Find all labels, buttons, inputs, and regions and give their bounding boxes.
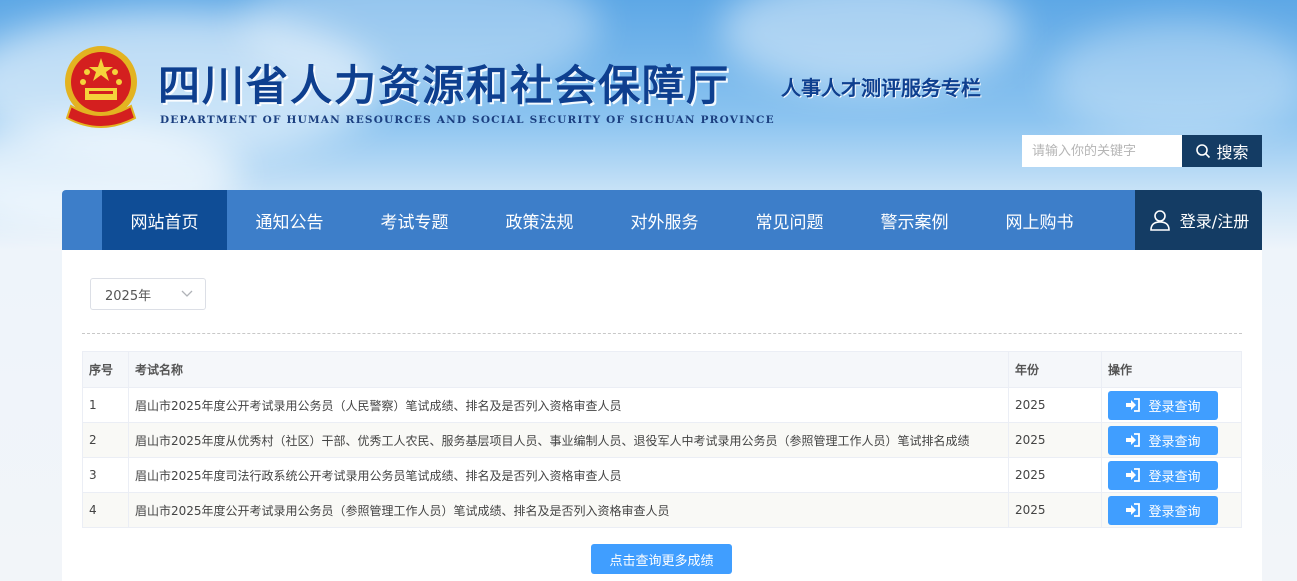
login-query-button[interactable]: 登录查询 (1108, 390, 1218, 420)
table-row: 2 眉山市2025年度从优秀村（社区）干部、优秀工人农民、服务基层项目人员、事业… (82, 422, 1242, 458)
header-action: 操作 (1101, 351, 1242, 388)
row-exam-name: 眉山市2025年度公开考试录用公务员（人民警察）笔试成绩、排名及是否列入资格审查… (128, 387, 1009, 423)
national-emblem-logo (63, 44, 139, 134)
row-no: 3 (82, 457, 129, 493)
row-action-cell: 登录查询 (1101, 422, 1242, 458)
row-exam-name: 眉山市2025年度公开考试录用公务员（参照管理工作人员）笔试成绩、排名及是否列入… (128, 492, 1009, 528)
header-name: 考试名称 (128, 351, 1009, 388)
login-query-label: 登录查询 (1148, 434, 1201, 450)
results-table: 序号 考试名称 年份 操作 1 眉山市2025年度公开考试录用公务员（人民警察）… (82, 351, 1242, 528)
table-row: 3 眉山市2025年度司法行政系统公开考试录用公务员笔试成绩、排名及是否列入资格… (82, 457, 1242, 493)
row-exam-name: 眉山市2025年度从优秀村（社区）干部、优秀工人农民、服务基层项目人员、事业编制… (128, 422, 1009, 458)
row-exam-name: 眉山市2025年度司法行政系统公开考试录用公务员笔试成绩、排名及是否列入资格审查… (128, 457, 1009, 493)
row-action-cell: 登录查询 (1101, 457, 1242, 493)
table-row: 1 眉山市2025年度公开考试录用公务员（人民警察）笔试成绩、排名及是否列入资格… (82, 387, 1242, 423)
content-panel: 2025年 序号 考试名称 年份 操作 1 眉山市2025年度公开考试录用公务员… (62, 250, 1262, 581)
search-button[interactable]: 搜索 (1182, 135, 1262, 167)
nav-item-services[interactable]: 对外服务 (602, 190, 727, 250)
login-register-label: 登录/注册 (1179, 212, 1250, 231)
more-results-button[interactable]: 点击查询更多成绩 (591, 544, 732, 574)
row-year: 2025 (1008, 457, 1102, 493)
row-year: 2025 (1008, 422, 1102, 458)
site-title: 四川省人力资源和社会保障厅 (158, 61, 731, 110)
row-no: 4 (82, 492, 129, 528)
year-select-value: 2025年 (105, 288, 152, 304)
login-register-button[interactable]: 登录/注册 (1135, 190, 1262, 250)
nav-item-warning-cases[interactable]: 警示案例 (852, 190, 977, 250)
row-year: 2025 (1008, 387, 1102, 423)
login-query-label: 登录查询 (1148, 399, 1201, 415)
header-year: 年份 (1008, 351, 1102, 388)
nav-item-notices[interactable]: 通知公告 (227, 190, 352, 250)
search-icon (1196, 144, 1211, 159)
nav-item-policies[interactable]: 政策法规 (477, 190, 602, 250)
dashed-divider (82, 333, 1242, 334)
sign-in-icon (1126, 503, 1141, 517)
header-no: 序号 (82, 351, 129, 388)
main-nav: 网站首页 通知公告 考试专题 政策法规 对外服务 常见问题 警示案例 网上购书 … (62, 190, 1262, 250)
row-action-cell: 登录查询 (1101, 492, 1242, 528)
sign-in-icon (1126, 433, 1141, 447)
search-button-label: 搜索 (1216, 143, 1249, 162)
nav-item-bookstore[interactable]: 网上购书 (977, 190, 1102, 250)
user-icon (1149, 210, 1170, 231)
table-header-row: 序号 考试名称 年份 操作 (82, 351, 1242, 388)
search-bar: 搜索 (1022, 135, 1262, 167)
nav-item-home[interactable]: 网站首页 (102, 190, 227, 250)
row-no: 1 (82, 387, 129, 423)
site-title-english: DEPARTMENT OF HUMAN RESOURCES AND SOCIAL… (160, 114, 775, 126)
sign-in-icon (1126, 398, 1141, 412)
table-row: 4 眉山市2025年度公开考试录用公务员（参照管理工作人员）笔试成绩、排名及是否… (82, 492, 1242, 528)
row-action-cell: 登录查询 (1101, 387, 1242, 423)
sign-in-icon (1126, 468, 1141, 482)
search-input[interactable] (1022, 135, 1182, 167)
row-year: 2025 (1008, 492, 1102, 528)
login-query-button[interactable]: 登录查询 (1108, 495, 1218, 525)
login-query-button[interactable]: 登录查询 (1108, 425, 1218, 455)
nav-item-faq[interactable]: 常见问题 (727, 190, 852, 250)
row-no: 2 (82, 422, 129, 458)
nav-item-exams[interactable]: 考试专题 (352, 190, 477, 250)
year-select[interactable]: 2025年 (90, 278, 206, 310)
column-subtitle: 人事人才测评服务专栏 (781, 76, 981, 100)
login-query-label: 登录查询 (1148, 504, 1201, 520)
chevron-down-icon (181, 290, 193, 297)
login-query-button[interactable]: 登录查询 (1108, 460, 1218, 490)
login-query-label: 登录查询 (1148, 469, 1201, 485)
